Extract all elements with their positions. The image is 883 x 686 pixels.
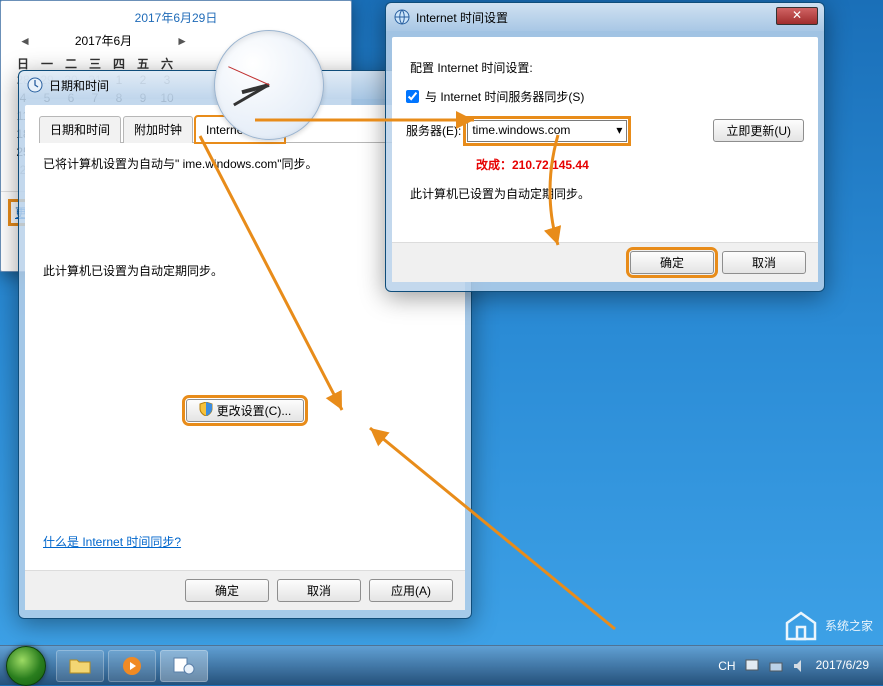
tray-clock[interactable]: 2017/6/29 <box>816 659 869 672</box>
ok-button[interactable]: 确定 <box>185 579 269 602</box>
titlebar[interactable]: Internet 时间设置 ✕ <box>386 3 824 31</box>
start-button[interactable] <box>6 646 46 686</box>
internet-time-window: Internet 时间设置 ✕ 配置 Internet 时间设置: 与 Inte… <box>385 2 825 292</box>
second-hand <box>228 66 270 85</box>
shield-icon <box>199 402 213 419</box>
taskbar: CH 2017/6/29 <box>0 645 883 685</box>
window-title: 日期和时间 <box>49 77 109 94</box>
tray-volume-icon[interactable] <box>792 658 808 674</box>
taskbar-media-icon[interactable] <box>108 650 156 682</box>
tab-additional-clocks[interactable]: 附加时钟 <box>123 116 193 143</box>
taskbar-explorer-icon[interactable] <box>56 650 104 682</box>
window-body: 配置 Internet 时间设置: 与 Internet 时间服务器同步(S) … <box>392 37 818 282</box>
config-label: 配置 Internet 时间设置: <box>410 59 800 76</box>
month-label: 2017年6月 <box>75 32 132 49</box>
taskbar-datetime-icon[interactable] <box>160 650 208 682</box>
server-label: 服务器(E): <box>406 122 461 139</box>
cancel-button[interactable]: 取消 <box>722 251 806 274</box>
prev-month-button[interactable]: ◄ <box>15 34 35 48</box>
tray-network-icon[interactable] <box>768 658 784 674</box>
update-now-button[interactable]: 立即更新(U) <box>713 119 804 142</box>
close-button[interactable]: ✕ <box>776 7 818 25</box>
dialog-actions: 确定 取消 应用(A) <box>25 570 465 610</box>
sync-checkbox-label: 与 Internet 时间服务器同步(S) <box>425 88 584 105</box>
sync-checkbox[interactable] <box>406 90 419 103</box>
analog-clock <box>214 30 324 140</box>
ime-indicator[interactable]: CH <box>718 659 735 673</box>
apply-button[interactable]: 应用(A) <box>369 579 453 602</box>
server-combobox[interactable]: time.windows.com <box>467 120 627 142</box>
tray-flag-icon[interactable] <box>744 658 760 674</box>
help-link[interactable]: 什么是 Internet 时间同步? <box>43 535 181 549</box>
globe-icon <box>394 9 410 25</box>
window-title: Internet 时间设置 <box>416 9 508 26</box>
clock-icon <box>27 77 43 93</box>
change-settings-label: 更改设置(C)... <box>217 402 292 419</box>
ok-button[interactable]: 确定 <box>630 251 714 274</box>
change-settings-button[interactable]: 更改设置(C)... <box>186 399 305 422</box>
next-month-button[interactable]: ► <box>172 34 192 48</box>
watermark: 系统之家 <box>783 607 873 643</box>
system-tray: CH 2017/6/29 <box>718 658 877 674</box>
change-note: 改成：210.72.145.44 <box>476 156 804 173</box>
dialog-actions: 确定 取消 <box>392 242 818 282</box>
calendar-header: 2017年6月29日 <box>1 1 351 30</box>
cancel-button[interactable]: 取消 <box>277 579 361 602</box>
auto-sync-text: 此计算机已设置为自动定期同步。 <box>410 185 800 202</box>
sync-checkbox-row[interactable]: 与 Internet 时间服务器同步(S) <box>406 88 804 105</box>
tab-date-time[interactable]: 日期和时间 <box>39 116 121 143</box>
